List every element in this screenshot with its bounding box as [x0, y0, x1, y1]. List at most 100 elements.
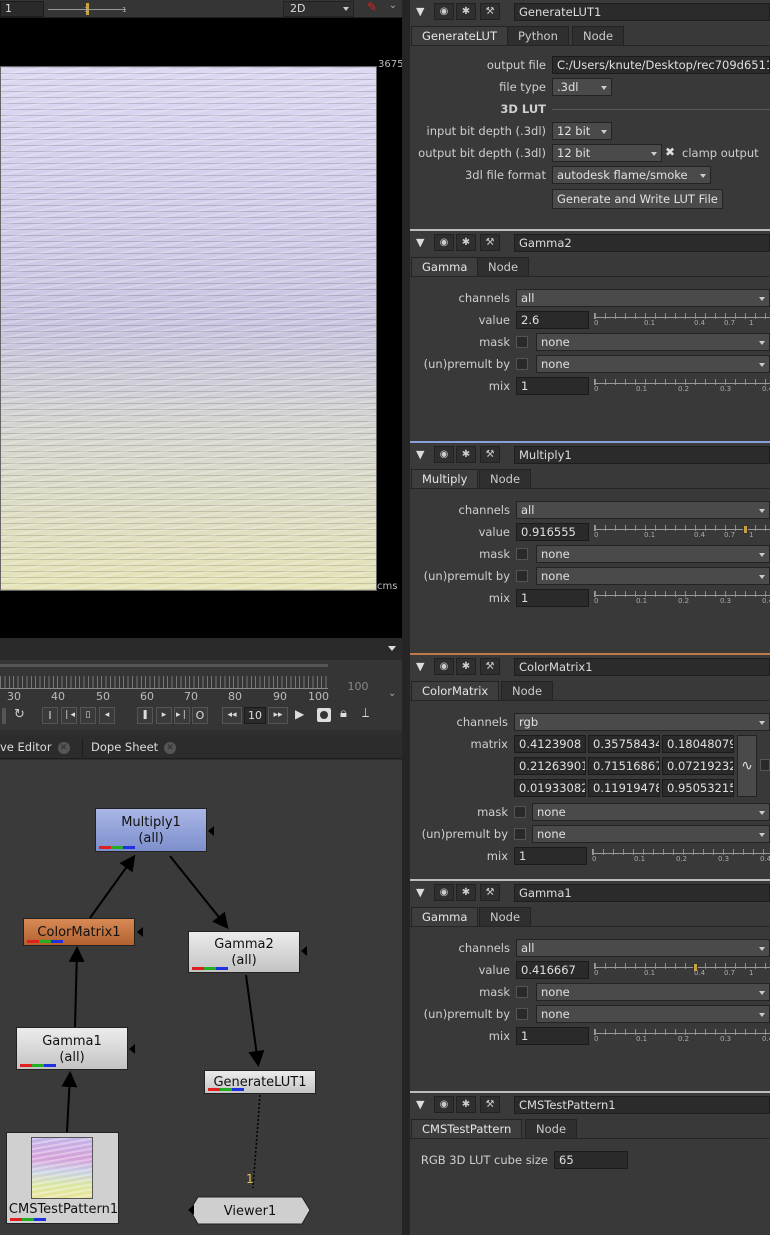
mix-input[interactable]: 1 — [516, 1027, 589, 1045]
mix-slider[interactable]: 00.10.20.30.4 — [594, 589, 770, 607]
viewer-icon[interactable]: ◉ — [434, 1096, 454, 1113]
matrix-cell[interactable]: 0.35758434 — [588, 735, 660, 753]
mask-dropdown[interactable]: none — [536, 333, 770, 351]
record-icon[interactable] — [317, 708, 331, 722]
premult-dropdown[interactable]: none — [536, 1005, 770, 1023]
viewer-icon[interactable]: ◉ — [434, 658, 454, 675]
generate-lut-button[interactable]: Generate and Write LUT File — [552, 189, 723, 209]
tab-multiply[interactable]: Multiply — [411, 469, 479, 488]
viewer-icon[interactable]: ◉ — [434, 234, 454, 251]
cube-size-input[interactable]: 65 — [554, 1151, 628, 1169]
input-bit-depth-dropdown[interactable]: 12 bit — [552, 122, 612, 140]
prev-keyframe-icon[interactable]: ❘◂ — [61, 707, 77, 724]
node-color-icon[interactable]: ✱ — [456, 658, 476, 675]
node-gamma2[interactable]: Gamma2 (all) — [188, 931, 300, 973]
mix-input[interactable]: 1 — [516, 589, 589, 607]
node-color-icon[interactable]: ✱ — [456, 446, 476, 463]
channels-dropdown[interactable]: all — [516, 289, 770, 307]
output-file-input[interactable]: C:/Users/knute/Desktop/rec709d6511 — [552, 56, 770, 74]
next-keyframe-icon[interactable]: ▸❘ — [174, 707, 190, 724]
loop-icon[interactable]: ↻ — [14, 707, 25, 722]
tab-gamma[interactable]: Gamma — [411, 907, 479, 926]
premult-checkbox[interactable] — [516, 570, 528, 582]
node-color-icon[interactable]: ✱ — [456, 3, 476, 20]
tab-gamma[interactable]: Gamma — [411, 257, 479, 276]
mask-dropdown[interactable]: none — [536, 545, 770, 563]
wrench-icon[interactable]: ⚒ — [480, 3, 500, 20]
matrix-cell[interactable]: 0.18048079 — [662, 735, 734, 753]
file-format-dropdown[interactable]: autodesk flame/smoke — [552, 166, 711, 184]
value-slider[interactable]: 0 0.1 0.4 0.7 1 — [594, 961, 770, 979]
mix-input[interactable]: 1 — [516, 377, 589, 395]
node-name-field[interactable]: CMSTestPattern1 — [514, 1096, 770, 1114]
matrix-cell[interactable]: 0.95053215 — [662, 779, 734, 797]
pen-icon[interactable]: ✎ — [364, 0, 380, 17]
node-cmstestpattern1[interactable]: CMSTestPattern1 — [6, 1132, 119, 1224]
value-slider[interactable]: 0 0.1 0.4 0.7 1 — [594, 311, 770, 329]
wrench-icon[interactable]: ⚒ — [480, 234, 500, 251]
chevron-down-icon[interactable]: ⌄ — [386, 0, 400, 17]
matrix-cell[interactable]: 0.21263901 — [514, 757, 586, 775]
tab-node[interactable]: Node — [479, 469, 532, 488]
node-generatelut1[interactable]: GenerateLUT1 — [204, 1070, 316, 1094]
frame-field[interactable]: 1 — [0, 1, 44, 17]
node-gamma1[interactable]: Gamma1 (all) — [16, 1027, 128, 1070]
close-icon[interactable]: ✕ — [164, 741, 177, 754]
value-input[interactable]: 0.416667 — [516, 961, 589, 979]
mix-slider[interactable]: 00.10.20.30.4 — [594, 377, 770, 395]
value-slider[interactable]: 0 0.1 0.4 0.7 1 — [594, 523, 770, 541]
mix-slider[interactable]: 00.10.20.30.4 — [594, 1027, 770, 1045]
tab-curve-editor[interactable]: ve Editor ✕ — [0, 738, 78, 757]
node-name-field[interactable]: Gamma2 — [514, 234, 770, 252]
tab-python[interactable]: Python — [507, 26, 569, 45]
matrix-checkbox[interactable] — [760, 759, 770, 771]
channels-dropdown[interactable]: all — [516, 501, 770, 519]
rewind-icon[interactable]: ◂◂ — [222, 707, 242, 724]
clamp-output-checkbox[interactable]: ✖ — [665, 145, 675, 159]
pane-divider[interactable] — [402, 0, 410, 1235]
node-colormatrix1[interactable]: ColorMatrix1 — [23, 918, 135, 946]
value-input[interactable]: 0.916555 — [516, 523, 589, 541]
out-point-button[interactable]: O — [192, 707, 208, 724]
matrix-cell[interactable]: 0.01933082 — [514, 779, 586, 797]
collapse-triangle-icon[interactable]: ▼ — [416, 660, 424, 673]
premult-dropdown[interactable]: none — [532, 825, 770, 843]
matrix-cell[interactable]: 0.07219232 — [662, 757, 734, 775]
collapse-triangle-icon[interactable]: ▼ — [416, 886, 424, 899]
curve-editor-icon[interactable]: ∿ — [737, 735, 757, 797]
mask-checkbox[interactable] — [514, 806, 526, 818]
viewer-icon[interactable]: ◉ — [434, 446, 454, 463]
mix-input[interactable]: 1 — [514, 847, 587, 865]
mask-dropdown[interactable]: none — [536, 983, 770, 1001]
tab-node[interactable]: Node — [572, 26, 625, 45]
tab-node[interactable]: Node — [525, 1119, 578, 1138]
step-forward-icon[interactable]: ▸ — [156, 707, 172, 724]
tab-colormatrix[interactable]: ColorMatrix — [411, 681, 500, 700]
channels-dropdown[interactable]: all — [516, 939, 770, 957]
chevron-down-icon[interactable]: ⌄ — [388, 688, 396, 699]
premult-dropdown[interactable]: none — [536, 567, 770, 585]
fast-forward-icon[interactable]: ▸▸ — [268, 707, 288, 724]
node-name-field[interactable]: Gamma1 — [514, 884, 770, 902]
viewer-icon[interactable]: ◉ — [434, 3, 454, 20]
tab-generatelut[interactable]: GenerateLUT — [411, 26, 508, 45]
wrench-icon[interactable]: ⚒ — [480, 1096, 500, 1113]
play-icon[interactable]: ▶ — [295, 707, 304, 721]
wrench-icon[interactable]: ⚒ — [480, 446, 500, 463]
output-bit-depth-dropdown[interactable]: 12 bit — [552, 144, 662, 162]
node-name-field[interactable]: Multiply1 — [514, 446, 770, 464]
slider-knob[interactable] — [743, 525, 748, 534]
node-multiply1[interactable]: Multiply1 (all) — [95, 808, 207, 852]
node-name-field[interactable]: GenerateLUT1 — [514, 3, 770, 21]
viewer-icon[interactable]: ◉ — [434, 884, 454, 901]
collapse-triangle-icon[interactable]: ▼ — [416, 5, 424, 18]
premult-checkbox[interactable] — [514, 828, 526, 840]
node-name-field[interactable]: ColorMatrix1 — [514, 658, 770, 676]
tab-node[interactable]: Node — [501, 681, 554, 700]
mask-checkbox[interactable] — [516, 548, 528, 560]
stop-icon[interactable]: ❚ — [137, 707, 153, 724]
node-graph[interactable]: Multiply1 (all) ColorMatrix1 Gamma2 (all… — [0, 760, 402, 1235]
node-color-icon[interactable]: ✱ — [456, 1096, 476, 1113]
collapse-triangle-icon[interactable]: ▼ — [416, 1098, 424, 1111]
channels-dropdown[interactable]: rgb — [514, 713, 770, 731]
